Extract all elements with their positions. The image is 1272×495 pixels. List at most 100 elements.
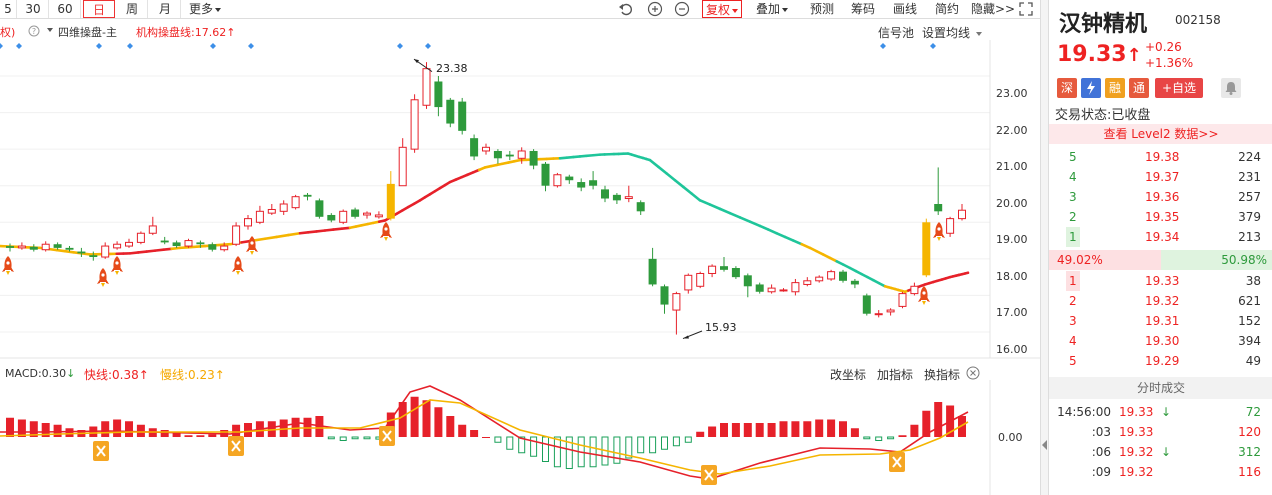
zoom-in-icon[interactable] bbox=[647, 1, 663, 17]
rocket-window bbox=[922, 291, 926, 295]
macd-bar bbox=[684, 436, 692, 443]
ma-segment bbox=[758, 224, 770, 231]
alert-button[interactable] bbox=[1221, 78, 1241, 98]
orderbook-level: 3 bbox=[1069, 314, 1077, 328]
candle-body bbox=[755, 284, 764, 292]
cross-signal-icon bbox=[228, 436, 244, 456]
macd-bar bbox=[184, 435, 193, 437]
macd-bar bbox=[446, 416, 455, 437]
macd-bar bbox=[779, 421, 788, 437]
tick-volume: 116 bbox=[1238, 465, 1261, 479]
hide-button[interactable]: 隐藏>> bbox=[971, 0, 1015, 18]
macd-slow-value: 慢线:0.23 bbox=[160, 368, 215, 382]
macd-bar bbox=[815, 419, 824, 437]
signal-diamond-icon bbox=[210, 43, 216, 49]
macd-bar bbox=[791, 421, 800, 437]
chips-button[interactable]: 筹码 bbox=[851, 0, 875, 18]
connect-badge[interactable]: 通 bbox=[1129, 78, 1149, 98]
macd-value: MACD:0.30 bbox=[5, 367, 67, 380]
add-indicator-button[interactable]: 加指标 bbox=[877, 366, 913, 383]
help-icon[interactable]: ? bbox=[28, 25, 40, 37]
orderbook-row: 2 19.32 621 bbox=[1049, 291, 1272, 311]
tick-row: :06 19.32 ↓ 312 bbox=[1049, 442, 1272, 462]
adjust-button[interactable]: 复权 bbox=[702, 0, 743, 18]
macd-bar bbox=[720, 423, 728, 437]
change-axis-button[interactable]: 改坐标 bbox=[830, 366, 866, 383]
orderbook-price[interactable]: 19.30 bbox=[1145, 331, 1179, 351]
overlay-button[interactable]: 叠加 bbox=[756, 0, 789, 18]
period-60[interactable]: 60 bbox=[50, 0, 81, 18]
candle-body bbox=[815, 276, 824, 282]
macd-bar bbox=[422, 400, 431, 437]
ma-segment bbox=[708, 203, 722, 211]
zoom-out-icon[interactable] bbox=[674, 1, 690, 17]
rocket-flame bbox=[101, 283, 105, 287]
period-month[interactable]: 月 bbox=[150, 0, 181, 18]
candle-body bbox=[529, 150, 538, 166]
candle-body bbox=[517, 150, 526, 159]
chart-grid bbox=[0, 40, 1040, 495]
ma-segment bbox=[728, 211, 742, 219]
level2-link[interactable]: 查看 Level2 数据>> bbox=[1049, 124, 1272, 144]
ma-segment bbox=[718, 207, 732, 215]
candle-body bbox=[255, 210, 264, 223]
kline-chart[interactable] bbox=[0, 19, 1040, 495]
lightning-badge[interactable] bbox=[1081, 78, 1101, 98]
orderbook-price[interactable]: 19.32 bbox=[1145, 291, 1179, 311]
caret-down-icon[interactable] bbox=[47, 28, 53, 32]
orderbook-volume: 224 bbox=[1238, 150, 1261, 164]
undo-icon[interactable] bbox=[618, 1, 634, 17]
macd-bar bbox=[542, 436, 549, 462]
candle-body bbox=[291, 196, 300, 209]
signal-pool-button[interactable]: 信号池 bbox=[878, 24, 914, 41]
period-more[interactable]: 更多 bbox=[184, 0, 226, 18]
macd-bar bbox=[649, 436, 657, 454]
ma-segment bbox=[783, 235, 795, 242]
candle-body bbox=[803, 280, 812, 285]
candlesticks bbox=[6, 62, 966, 335]
orderbook-row: 2 19.35 379 bbox=[1049, 207, 1272, 227]
macd-bar bbox=[708, 426, 717, 437]
set-ma-button[interactable]: 设置均线 bbox=[922, 24, 982, 41]
candle-body bbox=[720, 266, 728, 270]
orderbook-price[interactable]: 19.34 bbox=[1145, 227, 1179, 247]
price-tick-label: 20.00 bbox=[996, 196, 1028, 210]
forecast-button[interactable]: 预测 bbox=[810, 0, 834, 18]
orderbook-price[interactable]: 19.36 bbox=[1145, 187, 1179, 207]
orderbook-price[interactable]: 19.35 bbox=[1145, 207, 1179, 227]
rocket-icon bbox=[933, 222, 945, 241]
switch-indicator-button[interactable]: 换指标 bbox=[924, 366, 960, 383]
orderbook-level: 2 bbox=[1069, 294, 1077, 308]
period-30[interactable]: 30 bbox=[18, 0, 49, 18]
close-icon[interactable] bbox=[966, 366, 980, 380]
fullscreen-icon[interactable] bbox=[1019, 2, 1033, 16]
candle-body bbox=[898, 293, 907, 307]
more-label: 更多 bbox=[188, 2, 213, 16]
shenzhen-badge[interactable]: 深 bbox=[1057, 78, 1077, 98]
candle-body bbox=[636, 202, 645, 212]
orderbook-price[interactable]: 19.38 bbox=[1145, 147, 1179, 167]
candle-body bbox=[922, 222, 931, 276]
period-5[interactable]: 5 bbox=[0, 0, 17, 18]
macd-bar bbox=[434, 407, 443, 437]
add-watchlist-button[interactable]: +自选 bbox=[1155, 78, 1203, 98]
macd-bar bbox=[875, 436, 883, 441]
candle-body bbox=[505, 154, 514, 157]
candle-body bbox=[827, 271, 836, 280]
tick-price: 19.33 bbox=[1119, 405, 1154, 419]
orderbook-row: 4 19.30 394 bbox=[1049, 331, 1272, 351]
macd-chart bbox=[0, 385, 969, 485]
price-tick-label: 17.00 bbox=[996, 306, 1028, 320]
orderbook-price[interactable]: 19.33 bbox=[1145, 271, 1179, 291]
draw-line-button[interactable]: 画线 bbox=[893, 0, 917, 18]
candle-body bbox=[29, 246, 38, 250]
period-week[interactable]: 周 bbox=[117, 0, 148, 18]
orderbook-price[interactable]: 19.31 bbox=[1145, 311, 1179, 331]
orderbook-price[interactable]: 19.37 bbox=[1145, 167, 1179, 187]
orderbook-price[interactable]: 19.29 bbox=[1145, 351, 1179, 371]
tick-time: :03 bbox=[1091, 425, 1111, 439]
macd-fast-label: 快线:0.38↑ bbox=[84, 368, 149, 382]
simple-button[interactable]: 简约 bbox=[935, 0, 959, 18]
margin-badge[interactable]: 融 bbox=[1105, 78, 1125, 98]
period-day[interactable]: 日 bbox=[83, 0, 115, 18]
